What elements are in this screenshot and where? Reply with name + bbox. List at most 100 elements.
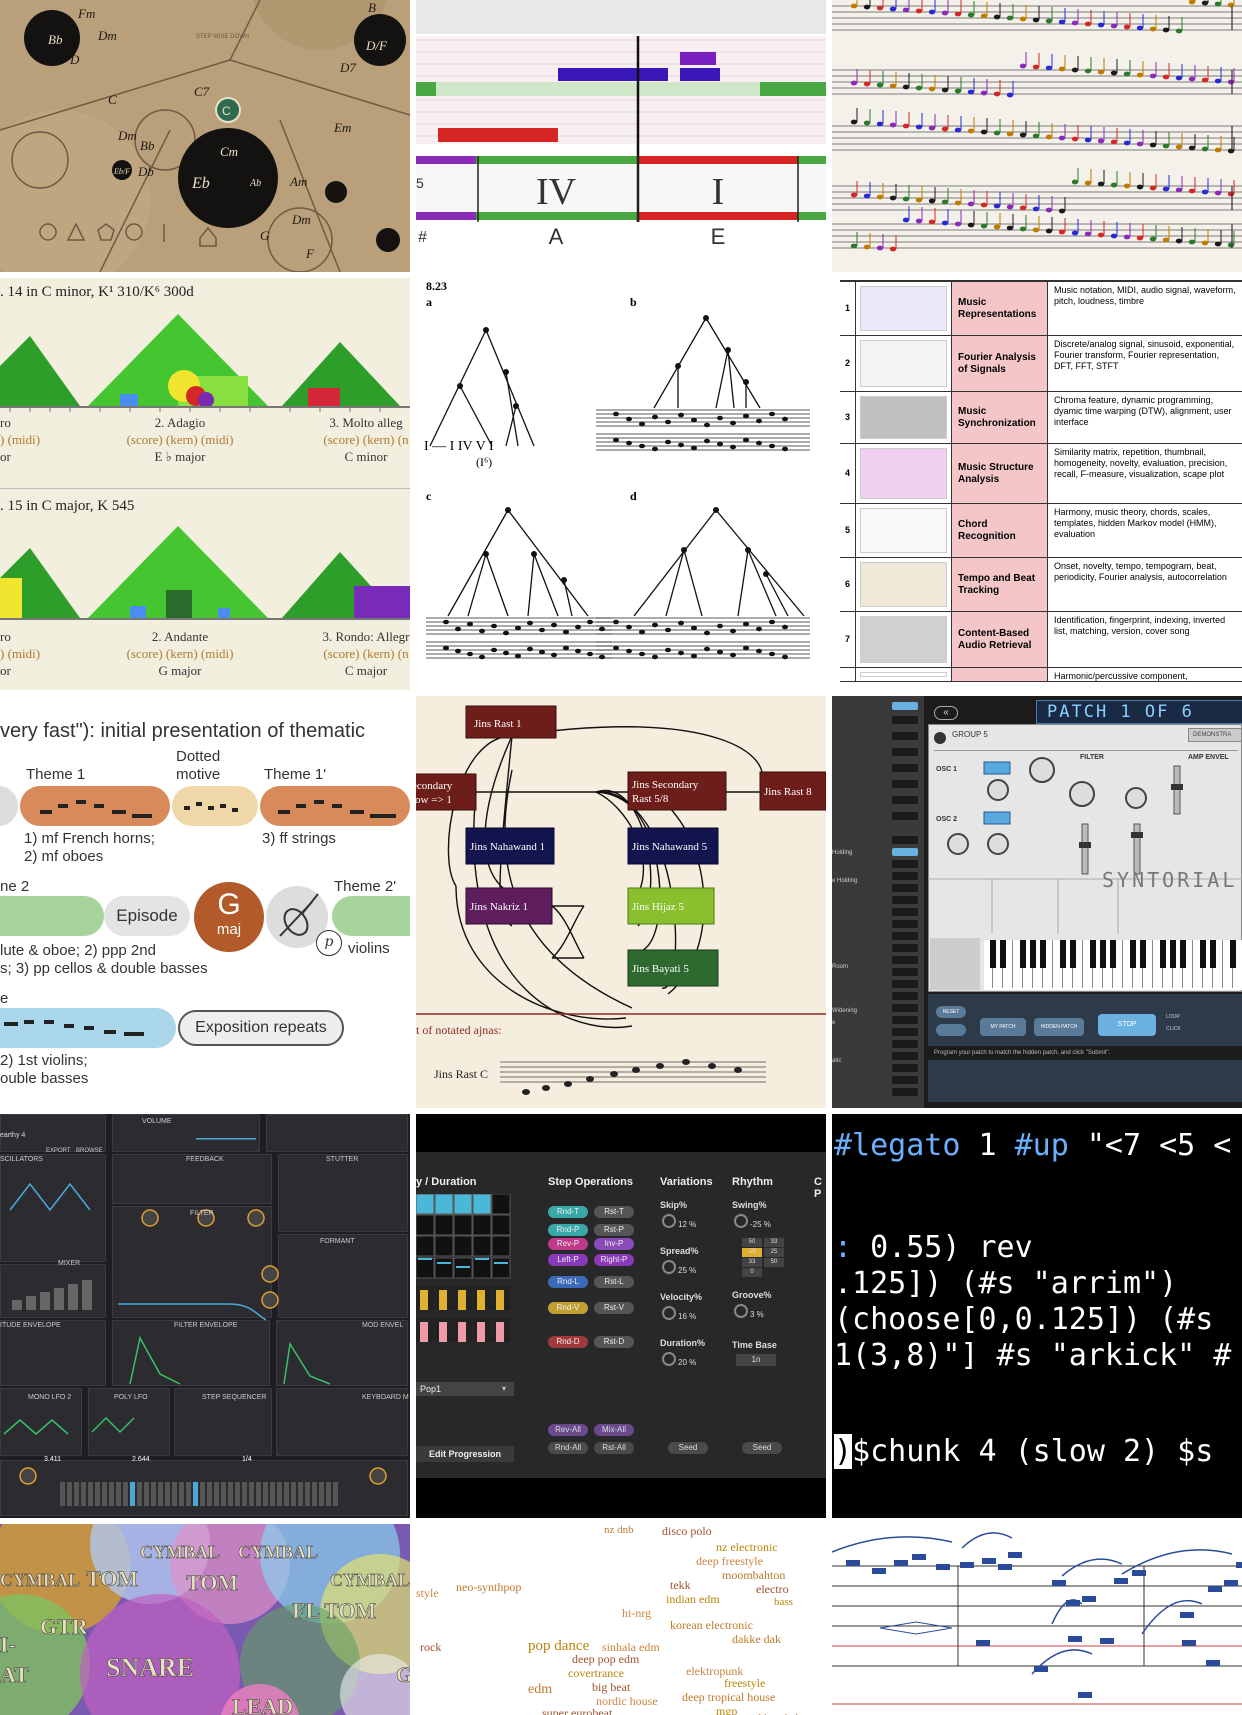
knob[interactable] <box>1125 787 1147 809</box>
lesson-item[interactable] <box>892 1076 918 1084</box>
lesson-item[interactable] <box>892 920 918 928</box>
black-key[interactable] <box>1180 940 1186 968</box>
knob[interactable] <box>19 1467 37 1485</box>
knob[interactable] <box>369 1467 387 1485</box>
genre-tag[interactable]: dakke dak <box>732 1632 781 1647</box>
grid-cell[interactable] <box>472 1214 492 1236</box>
key[interactable] <box>200 1482 205 1506</box>
key[interactable] <box>298 1482 303 1506</box>
genre-tag[interactable]: big beat <box>592 1680 630 1695</box>
black-key[interactable] <box>1170 940 1176 968</box>
step-op-button[interactable]: Left-P <box>548 1254 588 1266</box>
lesson-item[interactable] <box>892 932 918 940</box>
key[interactable] <box>256 1482 261 1506</box>
table-row[interactable]: Harmonic/percussive component, <box>840 668 1242 682</box>
groove-dial[interactable] <box>734 1304 748 1318</box>
genre-tag[interactable]: mgp <box>716 1704 737 1715</box>
genre-tag[interactable]: deep freestyle <box>696 1554 763 1569</box>
genre-tag[interactable]: tekk <box>670 1578 691 1593</box>
rst-all-button[interactable]: Rst-All <box>594 1442 634 1454</box>
grid-cell[interactable] <box>434 1214 454 1236</box>
genre-tag[interactable]: freestyle <box>724 1676 765 1691</box>
key[interactable] <box>291 1482 296 1506</box>
black-key[interactable] <box>1000 940 1006 968</box>
swing-cell[interactable]: 50 <box>764 1258 784 1267</box>
mix-all-button[interactable]: Mix-All <box>594 1424 634 1436</box>
reset-button[interactable]: RESET <box>936 1006 966 1018</box>
movement-links[interactable]: (score) (kern) (n <box>296 645 410 662</box>
key[interactable] <box>312 1482 317 1506</box>
lesson-item[interactable] <box>892 896 918 904</box>
movement-links[interactable]: ) (midi) <box>0 431 40 448</box>
lesson-item[interactable] <box>892 836 918 844</box>
black-key[interactable] <box>1060 940 1066 968</box>
slider-handle[interactable] <box>1131 832 1143 838</box>
lesson-item[interactable] <box>892 1028 918 1036</box>
preset-dropdown[interactable]: Pop1 <box>416 1382 514 1396</box>
key[interactable] <box>326 1482 331 1506</box>
knob[interactable] <box>947 833 969 855</box>
key[interactable] <box>81 1482 86 1506</box>
seed-button[interactable]: Seed <box>668 1442 708 1454</box>
chevron-down-icon[interactable]: ▾ <box>502 1384 506 1393</box>
black-key[interactable] <box>1130 940 1136 968</box>
key[interactable] <box>263 1482 268 1506</box>
step-op-button[interactable]: Rnd-P <box>548 1224 588 1236</box>
knob[interactable] <box>247 1209 265 1227</box>
rate-value[interactable]: 3.411 <box>44 1456 61 1463</box>
lesson-item[interactable] <box>892 1016 918 1024</box>
back-button[interactable]: « <box>934 706 958 720</box>
variation-dial[interactable] <box>662 1214 676 1228</box>
genre-tag[interactable]: korean electronic <box>670 1618 753 1633</box>
genre-tag[interactable]: rock <box>420 1640 441 1655</box>
stop-button[interactable]: STOP <box>1098 1014 1156 1036</box>
genre-tag[interactable]: nz electronic <box>716 1540 778 1555</box>
genre-tag[interactable]: deep pop edm <box>572 1652 639 1667</box>
step-op-button[interactable]: Rst-V <box>594 1302 634 1314</box>
key[interactable] <box>165 1482 170 1506</box>
black-key[interactable] <box>1020 940 1026 968</box>
lesson-label[interactable]: Room <box>832 964 848 970</box>
lesson-item[interactable] <box>892 884 918 892</box>
key[interactable] <box>186 1482 191 1506</box>
key[interactable] <box>284 1482 289 1506</box>
lesson-item[interactable] <box>892 764 918 772</box>
key[interactable] <box>109 1482 114 1506</box>
knob[interactable] <box>261 1291 279 1309</box>
key[interactable] <box>235 1482 240 1506</box>
grid-cell[interactable] <box>434 1194 454 1215</box>
rev-all-button[interactable]: Rev-All <box>548 1424 588 1436</box>
step-op-button[interactable]: Rnd-L <box>548 1276 588 1288</box>
wave-selector[interactable] <box>983 761 1011 775</box>
table-row[interactable]: 3 Music Synchronization Chroma feature, dy… <box>840 392 1242 444</box>
genre-tag[interactable]: bass <box>774 1596 793 1608</box>
knob[interactable] <box>141 1209 159 1227</box>
grid-cell[interactable] <box>491 1235 511 1257</box>
knob[interactable] <box>1029 757 1055 783</box>
genre-tag[interactable]: style <box>416 1586 439 1601</box>
swing-cell[interactable]: 25 <box>764 1248 784 1257</box>
lesson-item[interactable] <box>892 702 918 710</box>
genre-tag[interactable]: covertrance <box>568 1666 624 1681</box>
key[interactable] <box>242 1482 247 1506</box>
genre-tag[interactable]: indian edm <box>666 1592 720 1607</box>
wave-selector[interactable] <box>983 811 1011 825</box>
key[interactable] <box>228 1482 233 1506</box>
key[interactable] <box>137 1482 142 1506</box>
table-row[interactable]: 6 Tempo and Beat Tracking Onset, novelty, … <box>840 558 1242 612</box>
lesson-item[interactable] <box>892 992 918 1000</box>
variation-dial[interactable] <box>662 1260 676 1274</box>
lesson-label[interactable]: e Holding <box>832 878 857 884</box>
lesson-item[interactable] <box>892 716 918 724</box>
grid-cell[interactable] <box>491 1194 511 1215</box>
black-key[interactable] <box>1200 940 1206 968</box>
grid-cell[interactable] <box>416 1194 435 1215</box>
black-key[interactable] <box>990 940 996 968</box>
step-op-button[interactable]: Rnd-T <box>548 1206 588 1218</box>
key[interactable] <box>123 1482 128 1506</box>
genre-tag[interactable]: super eurobeat <box>542 1706 612 1715</box>
menu-item[interactable]: EXPORT <box>46 1148 71 1154</box>
grid-cell[interactable] <box>491 1214 511 1236</box>
rate-value[interactable]: 1/4 <box>242 1456 252 1463</box>
lesson-item[interactable] <box>892 812 918 820</box>
